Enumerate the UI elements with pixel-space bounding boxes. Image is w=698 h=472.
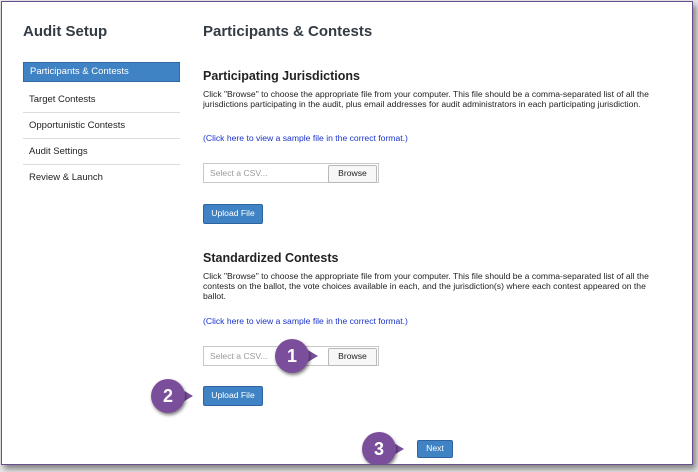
contests-heading: Standardized Contests [203,251,339,265]
sidebar-nav: Participants & Contests Target Contests … [23,62,180,191]
contests-description: Click "Browse" to choose the appropriate… [203,271,649,301]
sidebar-item-target-contests[interactable]: Target Contests [23,87,180,113]
contests-sample-link[interactable]: (Click here to view a sample file in the… [203,316,408,326]
jurisdictions-file-placeholder: Select a CSV... [210,168,268,178]
jurisdictions-sample-link[interactable]: (Click here to view a sample file in the… [203,133,408,143]
jurisdictions-browse-button[interactable]: Browse [328,165,377,183]
next-button[interactable]: Next [417,440,453,458]
callout-1-badge: 1 [275,339,309,373]
sidebar-item-opportunistic-contests[interactable]: Opportunistic Contests [23,113,180,139]
jurisdictions-description: Click "Browse" to choose the appropriate… [203,89,649,109]
contests-browse-button[interactable]: Browse [328,348,377,366]
sidebar-item-participants-contests[interactable]: Participants & Contests [23,62,180,82]
callout-2-badge: 2 [151,379,185,413]
sidebar-title: Audit Setup [23,23,108,40]
callout-3-badge: 3 [362,432,396,464]
sidebar-item-audit-settings[interactable]: Audit Settings [23,139,180,165]
page-title: Participants & Contests [203,23,373,40]
jurisdictions-heading: Participating Jurisdictions [203,69,360,83]
contests-file-placeholder: Select a CSV... [210,351,268,361]
contests-upload-button[interactable]: Upload File [203,386,263,406]
app-window: Audit Setup Participants & Contests Targ… [1,1,693,465]
sidebar-item-review-launch[interactable]: Review & Launch [23,165,180,191]
jurisdictions-file-input[interactable]: Select a CSV... Browse [203,163,379,183]
jurisdictions-upload-button[interactable]: Upload File [203,204,263,224]
